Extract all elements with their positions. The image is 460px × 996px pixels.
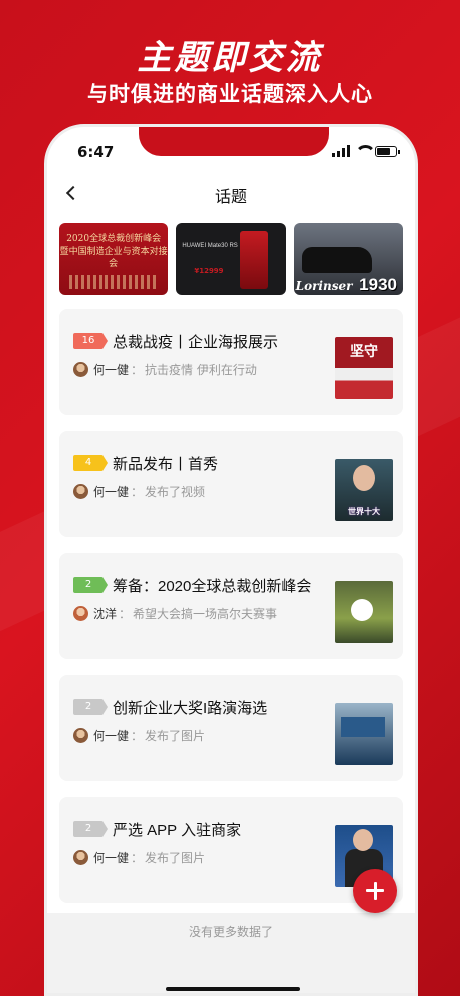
person-image xyxy=(353,465,375,491)
phone-product-image xyxy=(239,231,268,289)
topic-desc: 抗击疫情 伊利在行动 xyxy=(145,363,257,377)
skyline-graphic xyxy=(69,275,159,289)
avatar xyxy=(73,606,88,621)
topic-author: 何一健 xyxy=(93,485,130,499)
topic-author: 何一健 xyxy=(93,729,130,743)
banner-lorinser-number: 1930 xyxy=(359,275,397,294)
wifi-icon xyxy=(355,145,376,157)
banner-lorinser[interactable]: Lorinser 1930 xyxy=(293,223,403,295)
stage-image xyxy=(341,717,385,737)
topic-list: 16 总裁战疫丨企业海报展示 何一健 ： 抗击疫情 伊利在行动 坚守 4 新品发… xyxy=(59,309,403,919)
topic-desc: 希望大会搞一场高尔夫赛事 xyxy=(133,607,278,621)
topic-thumbnail xyxy=(335,703,393,765)
signal-icon xyxy=(332,145,350,157)
banner-lorinser-brand: Lorinser xyxy=(295,279,353,293)
topic-thumbnail: 坚守 xyxy=(335,337,393,399)
topic-meta: 何一健 ： 抗击疫情 伊利在行动 xyxy=(73,361,257,378)
topic-meta: 何一健 ： 发布了视频 xyxy=(73,483,205,500)
topic-title: 严选 APP 入驻商家 xyxy=(113,822,242,839)
topic-title: 筹备：2020全球总裁创新峰会 xyxy=(113,578,312,595)
topic-count-badge: 2 xyxy=(73,699,108,715)
topic-meta: 何一健 ： 发布了图片 xyxy=(73,849,205,866)
no-more-data-text: 没有更多数据了 xyxy=(188,925,273,939)
banner-huawei-brand: HUAWEI Mate30 RS xyxy=(182,243,238,249)
banner-huawei[interactable]: HUAWEI Mate30 RS ¥12999 xyxy=(176,223,286,295)
topic-meta: 沈洋 ： 希望大会搞一场高尔夫赛事 xyxy=(73,605,277,622)
hero-subtitle: 与时俱进的商业话题深入人心 xyxy=(87,82,373,106)
car-image xyxy=(301,247,372,273)
topic-meta: 何一健 ： 发布了图片 xyxy=(73,727,205,744)
banner-huawei-price: ¥12999 xyxy=(194,267,224,275)
banner-summit-line-2: 暨中国制造企业与资本对接会 xyxy=(59,246,168,270)
topic-count-badge: 2 xyxy=(73,821,108,837)
home-indicator[interactable] xyxy=(166,987,300,991)
topic-author: 沈洋 xyxy=(93,607,118,621)
topic-thumbnail xyxy=(335,581,393,643)
topic-card[interactable]: 16 总裁战疫丨企业海报展示 何一健 ： 抗击疫情 伊利在行动 坚守 xyxy=(59,309,403,415)
topic-title: 总裁战疫丨企业海报展示 xyxy=(113,334,279,351)
hero-title: 主题即交流 xyxy=(137,38,323,78)
thumbnail-text: 世界十大 xyxy=(348,507,380,516)
golf-ball-image xyxy=(351,599,373,621)
banner-summit[interactable]: 2020全球总裁创新峰会 暨中国制造企业与资本对接会 xyxy=(59,223,169,295)
avatar xyxy=(73,850,88,865)
topic-title: 新品发布丨首秀 xyxy=(113,456,219,473)
add-topic-button[interactable] xyxy=(353,869,397,913)
topic-count-badge: 2 xyxy=(73,577,108,593)
status-time: 6:47 xyxy=(77,143,115,161)
topic-card[interactable]: 2 严选 APP 入驻商家 何一健 ： 发布了图片 xyxy=(59,797,403,903)
page-title: 话题 xyxy=(214,187,247,206)
banner-carousel: 2020全球总裁创新峰会 暨中国制造企业与资本对接会 HUAWEI Mate30… xyxy=(59,223,403,295)
topic-thumbnail: 世界十大 xyxy=(335,459,393,521)
avatar xyxy=(73,484,88,499)
topic-title: 创新企业大奖I路演海选 xyxy=(113,700,268,717)
phone-notch xyxy=(139,127,329,156)
banner-summit-line-1: 2020全球总裁创新峰会 xyxy=(66,234,162,244)
list-footer: 没有更多数据了 xyxy=(47,913,415,993)
person-face xyxy=(353,829,373,851)
topic-card[interactable]: 2 创新企业大奖I路演海选 何一健 ： 发布了图片 xyxy=(59,675,403,781)
topic-count-badge: 4 xyxy=(73,455,108,471)
topic-desc: 发布了图片 xyxy=(145,851,206,865)
topic-author: 何一健 xyxy=(93,363,130,377)
topic-card[interactable]: 2 筹备：2020全球总裁创新峰会 沈洋 ： 希望大会搞一场高尔夫赛事 xyxy=(59,553,403,659)
avatar xyxy=(73,728,88,743)
plus-icon xyxy=(366,882,384,900)
nav-bar: 话题 xyxy=(47,175,415,211)
thumbnail-text: 坚守 xyxy=(350,344,378,360)
status-icons xyxy=(332,145,400,157)
avatar xyxy=(73,362,88,377)
topic-author: 何一健 xyxy=(93,851,130,865)
topic-desc: 发布了图片 xyxy=(145,729,206,743)
topic-count-badge: 16 xyxy=(73,333,108,349)
topic-card[interactable]: 4 新品发布丨首秀 何一健 ： 发布了视频 世界十大 xyxy=(59,431,403,537)
topic-desc: 发布了视频 xyxy=(145,485,206,499)
phone-frame: 6:47 话题 2020全球总裁创新峰会 暨中国制造企业与资本对接会 HUAWE… xyxy=(44,124,418,996)
battery-icon xyxy=(375,145,400,157)
